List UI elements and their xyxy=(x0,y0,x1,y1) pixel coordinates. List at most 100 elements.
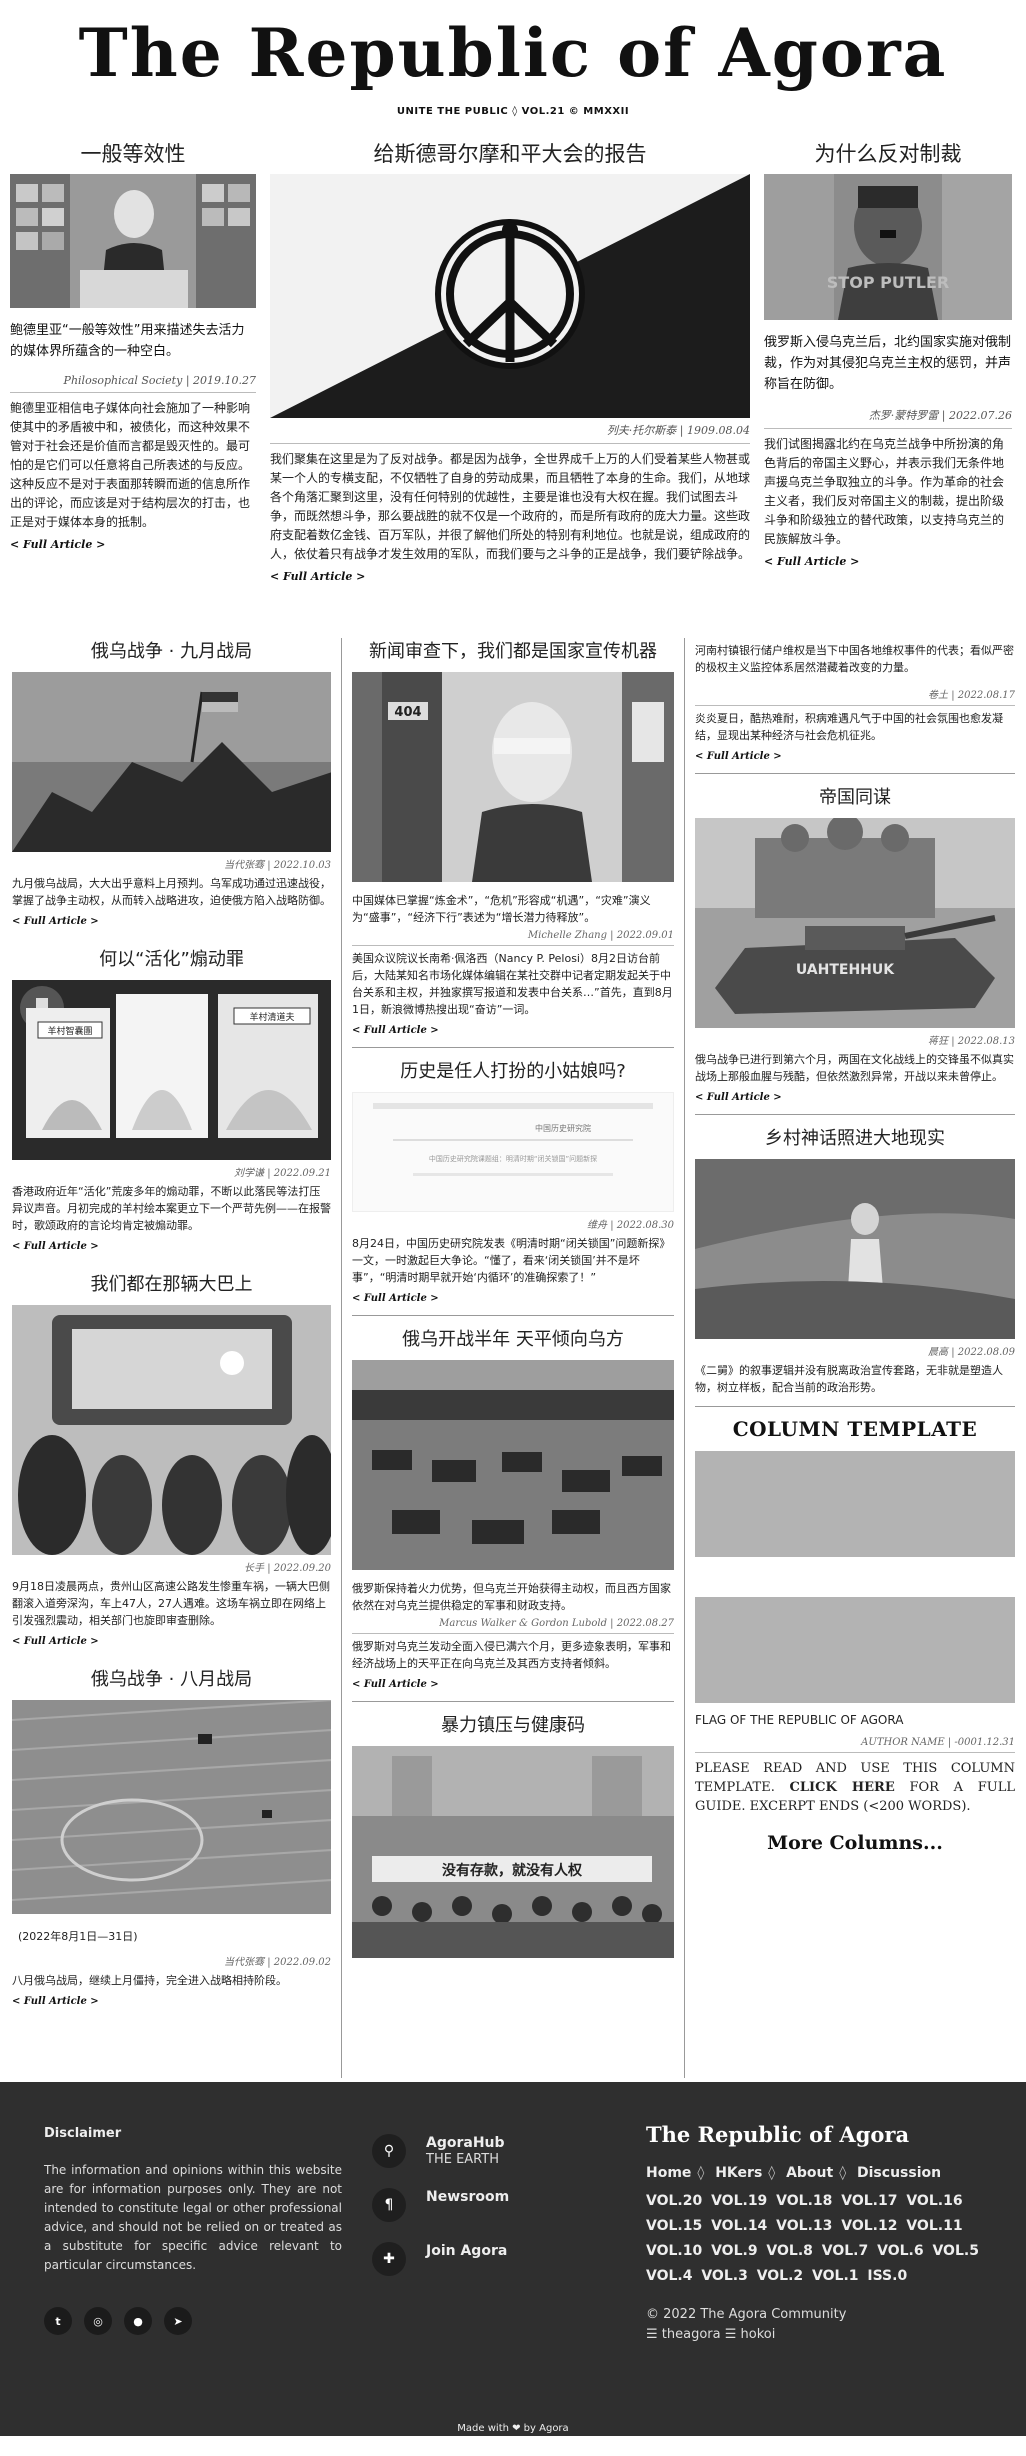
full-article-link[interactable]: < Full Article > xyxy=(10,538,105,551)
article-caption: (2022年8月1日—31日) xyxy=(18,1930,138,1943)
peace-symbol-illustration xyxy=(270,174,750,418)
article-image: UAHTEHHUK xyxy=(695,818,1015,1028)
article-grid: 俄乌战争 · 九月战局 当代张骞 | 2022.10.03 九月俄乌战局，大大出… xyxy=(0,638,1026,2078)
newsroom-link[interactable]: ¶ Newsroom xyxy=(372,2188,509,2222)
full-article-link[interactable]: < Full Article > xyxy=(764,555,859,568)
comic-caption-2: 羊村清道夫 xyxy=(249,1011,294,1023)
story-byline: 列夫·托尔斯泰 | 1909.08.04 xyxy=(270,418,750,444)
mural-text: STOP PUTLER xyxy=(827,273,949,292)
disclaimer-block: Disclaimer The information and opinions … xyxy=(44,2126,342,2335)
story-against-sanctions: 为什么反对制裁 STOP PUTLER 俄罗斯入侵乌克兰后，北约国家实施对俄制裁… xyxy=(760,138,1016,638)
full-article-link[interactable]: < Full Article > xyxy=(352,1679,439,1690)
article-byline: 当代张骞 | 2022.09.02 xyxy=(224,1957,331,1968)
volume-links[interactable]: VOL.20 VOL.19 VOL.18 VOL.17 VOL.16 VOL.1… xyxy=(646,2189,986,2289)
puzzle-icon: ✚ xyxy=(372,2242,406,2276)
article-image: 羊村智囊團 羊村清道夫 xyxy=(12,980,331,1160)
nav-discussion[interactable]: Discussion xyxy=(857,2165,941,2181)
nav-about[interactable]: About xyxy=(786,2165,833,2181)
made-with-credit: Made with ❤ by Agora xyxy=(457,2423,569,2434)
rural-man-photo xyxy=(695,1159,1015,1339)
screenshot-headline: 中国历史研究院课题组：明清时期“闭关锁国”问题新探 xyxy=(429,1154,597,1163)
nav-separator: ◊ xyxy=(839,2165,847,2181)
image-placeholder xyxy=(695,1597,1015,1703)
story-title[interactable]: 一般等效性 xyxy=(10,138,256,170)
disclaimer-title: Disclaimer xyxy=(44,2126,122,2141)
edition-line: UNITE THE PUBLIC ◊ VOL.21 © MMXXII xyxy=(396,106,630,117)
article-health-code: 暴力镇压与健康码 没有存款，就没有人权 xyxy=(352,1712,674,1958)
story-title[interactable]: 给斯德哥尔摩和平大会的报告 xyxy=(270,138,750,170)
article-title[interactable]: 暴力镇压与健康码 xyxy=(352,1712,674,1740)
article-byline: Michelle Zhang | 2022.09.01 xyxy=(352,926,674,946)
full-article-link[interactable]: < Full Article > xyxy=(12,1996,99,2007)
more-columns-link[interactable]: More Columns... xyxy=(695,1832,1015,1854)
reddit-icon[interactable]: ● xyxy=(124,2307,152,2335)
article-title[interactable]: 俄乌战争 · 八月战局 xyxy=(12,1666,331,1694)
article-henan-banks: 河南村镇银行储户维权是当下中国各地维权事件的代表；看似严密的极权主义监控体系居然… xyxy=(695,642,1015,774)
footer-links: ⚲ AgoraHub THE EARTH ¶ Newsroom ✚ Join A… xyxy=(372,2134,509,2296)
story-image xyxy=(270,174,750,418)
column-template: COLUMN TEMPLATE FLAG OF THE REPUBLIC OF … xyxy=(695,1417,1015,1854)
article-title[interactable]: 俄乌战争 · 九月战局 xyxy=(12,638,331,666)
flag-caption: FLAG OF THE REPUBLIC OF AGORA xyxy=(695,1713,904,1727)
article-byline: 蒋狂 | 2022.08.13 xyxy=(928,1036,1015,1047)
story-body: 我们试图揭露北约在乌克兰战争中所扮演的角色背后的帝国主义野心，并表示我们无条件地… xyxy=(764,437,1005,546)
masthead: The Republic of Agora UNITE THE PUBLIC ◊… xyxy=(0,0,1026,138)
story-title[interactable]: 为什么反对制裁 xyxy=(764,138,1012,170)
article-rural-myth: 乡村神话照进大地现实 晨高 | 2022.08.09 《二舅》的叙事逻辑并没有脱… xyxy=(695,1125,1015,1407)
story-lede: 鲍德里亚“一般等效性”用来描述失去活力的媒体界所蕴含的一种空白。 xyxy=(10,323,245,359)
article-byline: 长手 | 2022.09.20 xyxy=(244,1563,331,1574)
site-title[interactable]: The Republic of Agora xyxy=(0,8,1026,98)
article-image: 中国历史研究院 中国历史研究院课题组：明清时期“闭关锁国”问题新探 xyxy=(352,1092,674,1212)
comic-caption-1: 羊村智囊團 xyxy=(47,1025,92,1037)
article-body: 俄乌战争已进行到第六个月，两国在文化战线上的交锋虽不似真实战场上那般血腥与残酷，… xyxy=(695,1053,1014,1083)
full-article-link[interactable]: < Full Article > xyxy=(12,1636,99,1647)
full-article-link[interactable]: < Full Article > xyxy=(270,570,365,583)
article-half-year: 俄乌开战半年 天平倾向乌方 俄罗斯保持着火力优势，但乌克兰开始获得主动权，而且西… xyxy=(352,1326,674,1702)
page: The Republic of Agora UNITE THE PUBLIC ◊… xyxy=(0,0,1026,2436)
story-general-equivalence: 一般等效性 鲍德里亚“一般等效性”用来描述失去活力的媒体界所蕴含的一种空白。 P… xyxy=(6,138,260,638)
article-byline: 刘学谦 | 2022.09.21 xyxy=(234,1168,331,1179)
full-article-link[interactable]: < Full Article > xyxy=(352,1293,439,1304)
article-sept-war: 俄乌战争 · 九月战局 当代张骞 | 2022.10.03 九月俄乌战局，大大出… xyxy=(12,638,331,928)
article-title[interactable]: 何以“活化”煽动罪 xyxy=(12,946,331,974)
disclaimer-text: The information and opinions within this… xyxy=(44,2163,342,2272)
template-title[interactable]: COLUMN TEMPLATE xyxy=(695,1417,1015,1441)
nav-hkers[interactable]: HKers xyxy=(715,2165,762,2181)
story-image xyxy=(10,174,256,308)
article-body: 八月俄乌战局，继续上月僵持，完全进入战略相持阶段。 xyxy=(12,1974,287,1987)
article-lede: 中国媒体已掌握“炼金术”，“危机”形容成“机遇”，“灾难”演义为“盛事”，“经济… xyxy=(352,894,651,924)
telegram-icon[interactable]: ➤ xyxy=(164,2307,192,2335)
agorahub-link[interactable]: ⚲ AgoraHub THE EARTH xyxy=(372,2134,509,2168)
template-guide-link[interactable]: CLICK HERE xyxy=(790,1780,895,1795)
social-handles[interactable]: ☰ theagora ☰ hokoi xyxy=(646,2325,986,2345)
article-image xyxy=(695,1159,1015,1339)
nav-home[interactable]: Home xyxy=(646,2165,691,2181)
grid-column-1: 俄乌战争 · 九月战局 当代张骞 | 2022.10.03 九月俄乌战局，大大出… xyxy=(10,638,342,2078)
template-byline: AUTHOR NAME | -0001.12.31 xyxy=(695,1733,1015,1753)
story-body: 我们聚集在这里是为了反对战争。都是因为战争，全世界成千上万的人们受着某些人物甚或… xyxy=(270,452,751,561)
article-history: 历史是任人打扮的小姑娘吗? 中国历史研究院 中国历史研究院课题组：明清时期“闭关… xyxy=(352,1058,674,1316)
article-title[interactable]: 新闻审查下，我们都是国家宣传机器 xyxy=(352,638,674,666)
full-article-link[interactable]: < Full Article > xyxy=(12,916,99,927)
full-article-link[interactable]: < Full Article > xyxy=(695,751,782,762)
article-title[interactable]: 我们都在那辆大巴上 xyxy=(12,1271,331,1299)
twitter-icon[interactable]: t xyxy=(44,2307,72,2335)
link-title: AgoraHub xyxy=(426,2135,505,2151)
join-agora-link[interactable]: ✚ Join Agora xyxy=(372,2242,509,2276)
story-stockholm-report: 给斯德哥尔摩和平大会的报告 列夫·托尔斯泰 | 1909.08.04 我们聚集在… xyxy=(260,138,760,638)
full-article-link[interactable]: < Full Article > xyxy=(695,1092,782,1103)
article-body: 九月俄乌战局，大大出乎意料上月预判。乌军成功通过迅速战役，掌握了战争主动权，从而… xyxy=(12,877,331,907)
full-article-link[interactable]: < Full Article > xyxy=(352,1025,439,1036)
nav-separator: ◊ xyxy=(768,2165,776,2181)
article-title[interactable]: 乡村神话照进大地现实 xyxy=(695,1125,1015,1153)
github-icon[interactable]: ◎ xyxy=(84,2307,112,2335)
article-title[interactable]: 俄乌开战半年 天平倾向乌方 xyxy=(352,1326,674,1354)
article-censorship: 新闻审查下，我们都是国家宣传机器 404 中国媒体已掌握“炼金术”，“危机”形容… xyxy=(352,638,674,1048)
article-title[interactable]: 帝国同谋 xyxy=(695,784,1015,812)
footer-logo[interactable]: The Republic of Agora xyxy=(646,2122,986,2147)
door-number: 404 xyxy=(394,705,421,720)
tank-lettering: UAHTEHHUK xyxy=(796,962,895,978)
social-links: t ◎ ● ➤ xyxy=(44,2307,342,2335)
full-article-link[interactable]: < Full Article > xyxy=(12,1241,99,1252)
article-title[interactable]: 历史是任人打扮的小姑娘吗? xyxy=(352,1058,674,1086)
